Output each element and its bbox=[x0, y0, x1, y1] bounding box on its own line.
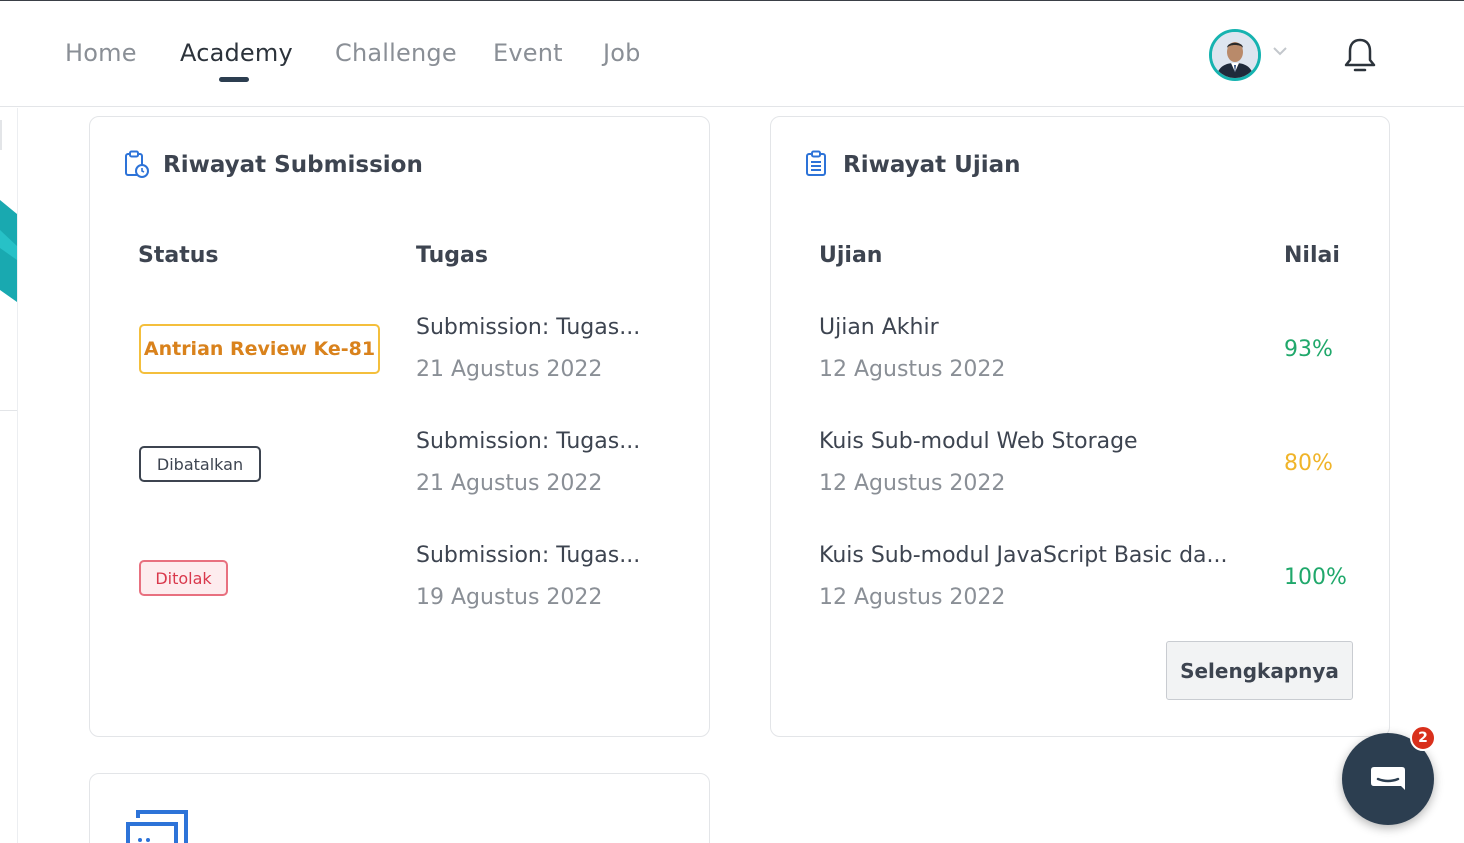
exam-title[interactable]: Kuis Sub-modul Web Storage bbox=[819, 429, 1138, 454]
exam-date: 12 Agustus 2022 bbox=[819, 357, 1006, 382]
clipboard-list-icon bbox=[806, 150, 826, 176]
side-divider bbox=[0, 410, 17, 411]
exam-date: 12 Agustus 2022 bbox=[819, 471, 1006, 496]
status-column-header: Status bbox=[138, 243, 219, 268]
side-panel-marker bbox=[0, 120, 2, 150]
nav-academy[interactable]: Academy bbox=[180, 39, 293, 67]
submission-date: 19 Agustus 2022 bbox=[416, 585, 603, 610]
exam-card-title: Riwayat Ujian bbox=[843, 152, 1021, 178]
status-badge-queue: Antrian Review Ke-81 bbox=[139, 324, 380, 374]
top-navbar: Home Academy Challenge Event Job bbox=[0, 1, 1464, 107]
exam-title[interactable]: Kuis Sub-modul JavaScript Basic da... bbox=[819, 543, 1228, 568]
task-column-header: Tugas bbox=[416, 243, 488, 268]
copy-stack-icon bbox=[126, 810, 188, 843]
score-column-header: Nilai bbox=[1284, 243, 1340, 268]
clipboard-clock-icon bbox=[125, 150, 149, 178]
submission-date: 21 Agustus 2022 bbox=[416, 357, 603, 382]
nav-event[interactable]: Event bbox=[493, 39, 563, 67]
exam-score: 80% bbox=[1284, 451, 1333, 476]
exam-column-header: Ujian bbox=[819, 243, 883, 268]
submission-title[interactable]: Submission: Tugas... bbox=[416, 543, 640, 568]
avatar-image bbox=[1212, 32, 1258, 78]
chevron-down-icon[interactable] bbox=[1272, 45, 1288, 57]
status-badge-rejected: Ditolak bbox=[139, 560, 228, 596]
nav-job[interactable]: Job bbox=[603, 39, 641, 67]
bell-icon[interactable] bbox=[1343, 37, 1377, 73]
submission-date: 21 Agustus 2022 bbox=[416, 471, 603, 496]
submission-history-card bbox=[89, 116, 710, 737]
nav-challenge[interactable]: Challenge bbox=[335, 39, 457, 67]
nav-active-indicator bbox=[219, 77, 249, 82]
user-avatar[interactable] bbox=[1209, 29, 1261, 81]
submission-title[interactable]: Submission: Tugas... bbox=[416, 429, 640, 454]
chat-unread-badge: 2 bbox=[1410, 725, 1436, 751]
nav-home[interactable]: Home bbox=[65, 39, 137, 67]
submission-card-title: Riwayat Submission bbox=[163, 152, 423, 178]
submission-title[interactable]: Submission: Tugas... bbox=[416, 315, 640, 340]
cube-illustration-icon bbox=[0, 200, 17, 302]
see-more-button[interactable]: Selengkapnya bbox=[1166, 641, 1353, 700]
exam-score: 93% bbox=[1284, 337, 1333, 362]
exam-date: 12 Agustus 2022 bbox=[819, 585, 1006, 610]
status-badge-cancelled: Dibatalkan bbox=[139, 446, 261, 482]
exam-title[interactable]: Ujian Akhir bbox=[819, 315, 939, 340]
exam-score: 100% bbox=[1284, 565, 1347, 590]
